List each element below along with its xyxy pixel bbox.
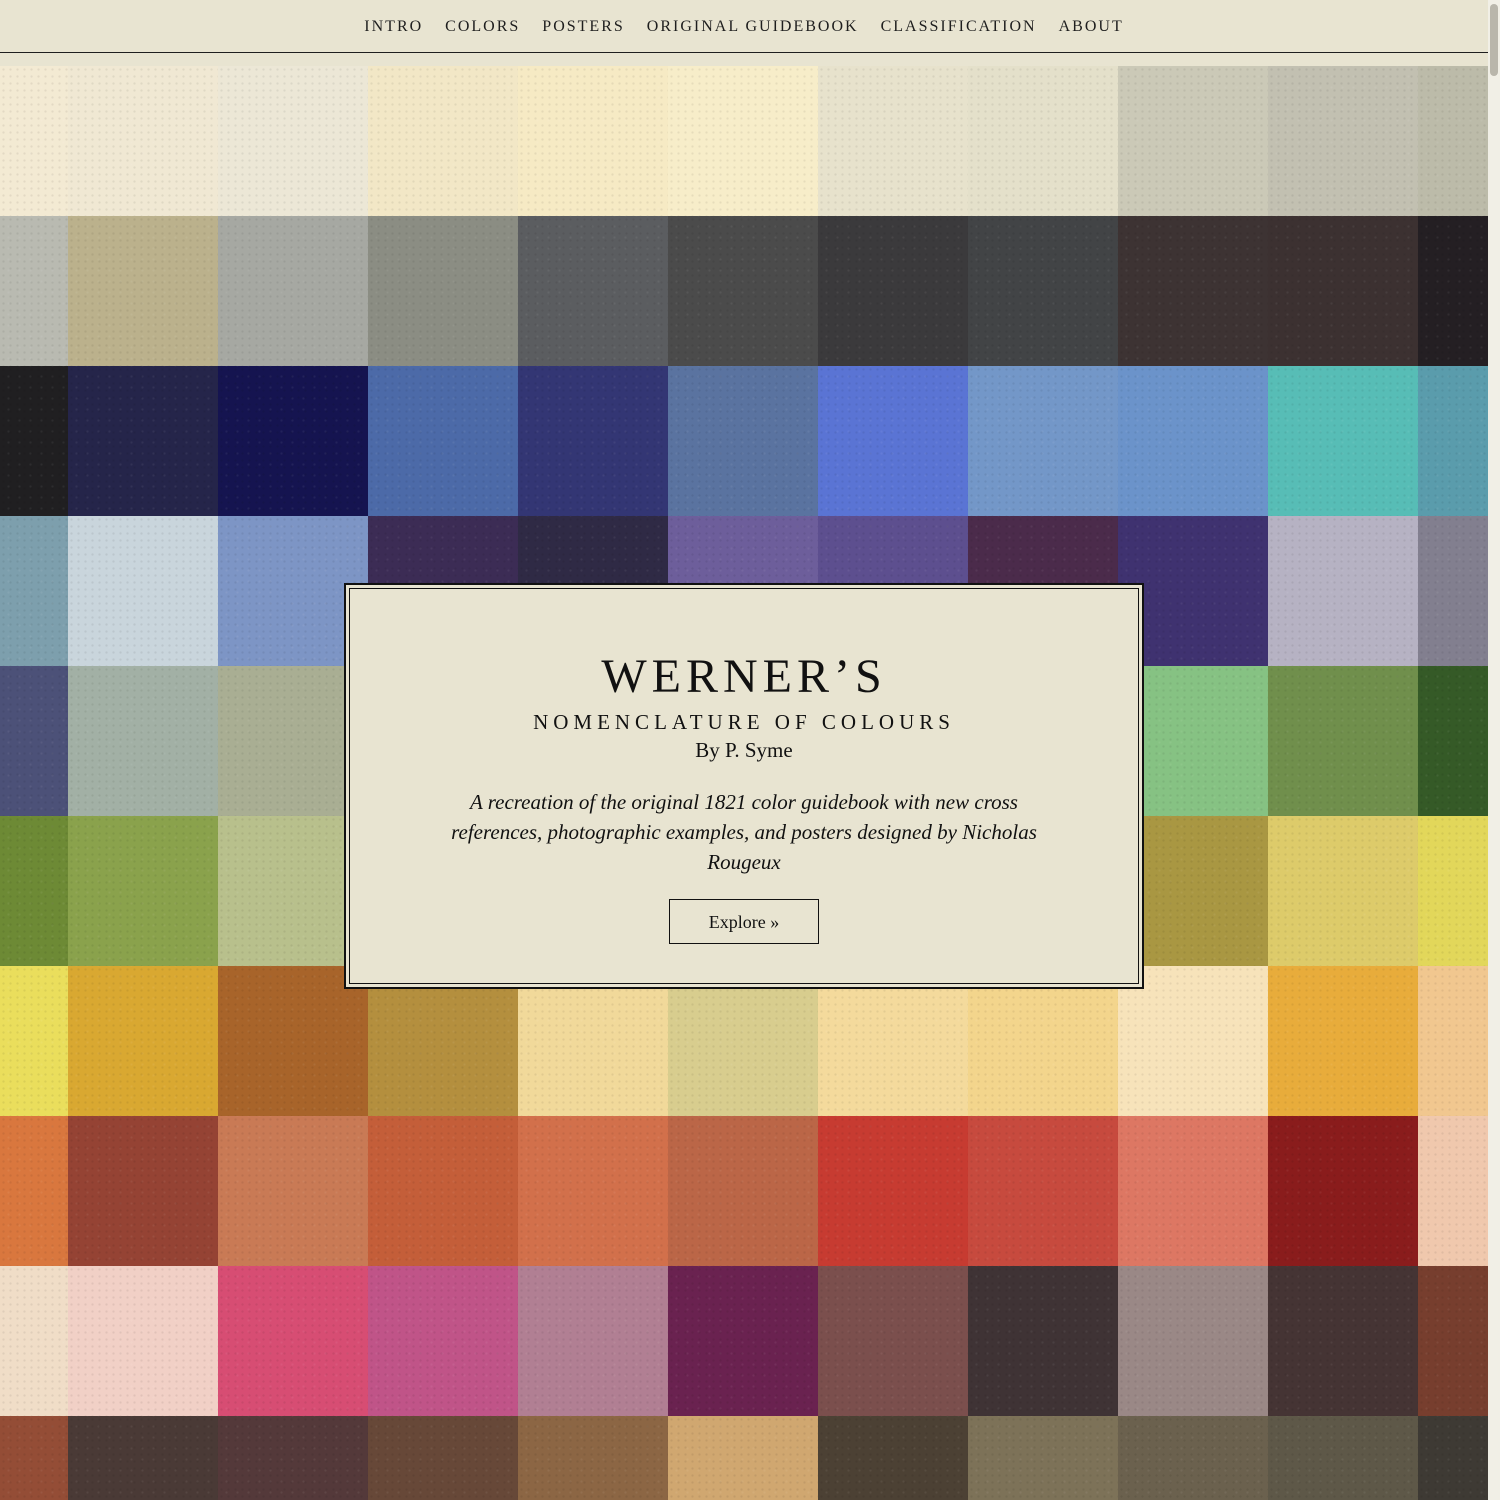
color-swatch [668, 1416, 818, 1500]
color-swatch [1418, 1116, 1488, 1266]
color-swatch [0, 666, 68, 816]
color-swatch [1118, 366, 1268, 516]
color-swatch [218, 366, 368, 516]
color-swatch [0, 366, 68, 516]
color-swatch [368, 1266, 518, 1416]
nav-colors[interactable]: COLORS [445, 0, 520, 53]
color-swatch [1268, 66, 1418, 216]
color-swatch [1118, 1416, 1268, 1500]
color-swatch [1268, 216, 1418, 366]
color-swatch [68, 216, 218, 366]
color-swatch [818, 1266, 968, 1416]
hero-tagline: A recreation of the original 1821 color … [451, 790, 1037, 874]
color-swatch [68, 366, 218, 516]
color-swatch [0, 816, 68, 966]
color-swatch [1418, 966, 1488, 1116]
color-swatch [668, 66, 818, 216]
color-swatch [518, 1416, 668, 1500]
color-swatch [0, 1416, 68, 1500]
color-swatch [668, 1116, 818, 1266]
color-swatch [1418, 1266, 1488, 1416]
color-swatch [1118, 216, 1268, 366]
color-swatch [1268, 1266, 1418, 1416]
color-swatch [818, 366, 968, 516]
color-swatch [518, 1116, 668, 1266]
color-swatch [218, 1116, 368, 1266]
color-swatch [968, 1416, 1118, 1500]
color-swatch [968, 1116, 1118, 1266]
top-navigation: INTRO COLORS POSTERS ORIGINAL GUIDEBOOK CLAS… [0, 0, 1488, 53]
color-swatch [218, 1416, 368, 1500]
color-swatch [1268, 666, 1418, 816]
nav-about[interactable]: ABOUT [1059, 0, 1124, 53]
nav-posters[interactable]: POSTERS [542, 0, 624, 53]
color-swatch [968, 366, 1118, 516]
color-swatch [368, 1116, 518, 1266]
color-swatch [668, 366, 818, 516]
color-swatch [968, 216, 1118, 366]
color-swatch [518, 366, 668, 516]
hero-card-inner-border: WERNER’S NOMENCLATURE OF COLOURS By P. S… [349, 588, 1139, 984]
color-swatch [368, 216, 518, 366]
color-swatch [368, 366, 518, 516]
page-scrollbar[interactable] [1488, 0, 1500, 1500]
color-swatch [68, 1416, 218, 1500]
color-swatch [1418, 366, 1488, 516]
color-swatch [0, 1116, 68, 1266]
hero-subtitle: NOMENCLATURE OF COLOURS [533, 710, 955, 734]
color-swatch [0, 216, 68, 366]
nav-original-guidebook[interactable]: ORIGINAL GUIDEBOOK [647, 0, 859, 53]
color-swatch [0, 1266, 68, 1416]
color-swatch [1118, 1266, 1268, 1416]
color-swatch [1118, 66, 1268, 216]
color-swatch [0, 66, 68, 216]
color-swatch [1418, 216, 1488, 366]
color-swatch [818, 1116, 968, 1266]
color-swatch [368, 1416, 518, 1500]
nav-intro[interactable]: INTRO [364, 0, 423, 53]
color-swatch [1418, 816, 1488, 966]
color-swatch [518, 1266, 668, 1416]
color-swatch [968, 66, 1118, 216]
color-swatch [1268, 816, 1418, 966]
color-swatch [818, 1416, 968, 1500]
hero-title: WERNER’S [601, 650, 887, 703]
color-swatch [368, 66, 518, 216]
color-swatch [1418, 1416, 1488, 1500]
color-swatch [68, 516, 218, 666]
color-swatch [218, 66, 368, 216]
color-swatch [1418, 516, 1488, 666]
nav-classification[interactable]: CLASSIFICATION [881, 0, 1037, 53]
scrollbar-thumb[interactable] [1490, 4, 1498, 76]
color-swatch [1268, 516, 1418, 666]
color-swatch [68, 966, 218, 1116]
hero-author: By P. Syme [695, 738, 793, 762]
color-swatch [818, 66, 968, 216]
color-swatch [218, 216, 368, 366]
color-swatch [518, 216, 668, 366]
explore-button[interactable]: Explore » [669, 899, 819, 944]
color-swatch [68, 1116, 218, 1266]
color-swatch [1268, 966, 1418, 1116]
color-swatch [1268, 1116, 1418, 1266]
color-swatch [0, 516, 68, 666]
color-swatch [668, 1266, 818, 1416]
color-swatch [1268, 1416, 1418, 1500]
color-swatch [1418, 666, 1488, 816]
color-swatch [68, 666, 218, 816]
color-swatch [968, 1266, 1118, 1416]
color-swatch [1418, 66, 1488, 216]
color-swatch [1118, 1116, 1268, 1266]
color-swatch [68, 66, 218, 216]
color-swatch [0, 966, 68, 1116]
color-swatch [1268, 366, 1418, 516]
color-swatch [518, 66, 668, 216]
color-swatch [68, 816, 218, 966]
color-swatch [218, 1266, 368, 1416]
color-swatch [818, 216, 968, 366]
color-swatch [68, 1266, 218, 1416]
color-swatch [668, 216, 818, 366]
hero-card: WERNER’S NOMENCLATURE OF COLOURS By P. S… [344, 583, 1144, 989]
